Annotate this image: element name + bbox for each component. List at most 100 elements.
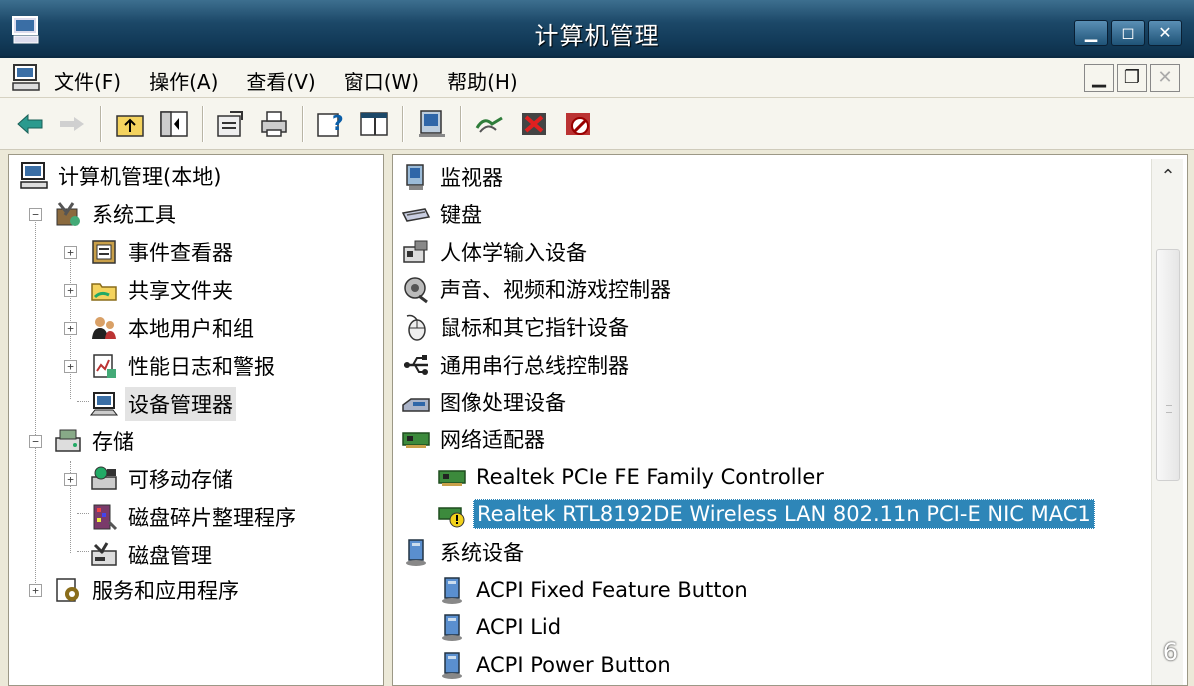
expand-toggle[interactable]: + (64, 246, 77, 259)
back-arrow-icon[interactable] (14, 108, 46, 140)
console-icon[interactable] (358, 108, 390, 140)
expand-toggle[interactable]: + (29, 584, 42, 597)
tree-label: 磁盘管理 (128, 544, 212, 568)
system-device-icon (442, 652, 462, 679)
usb-icon (404, 355, 428, 375)
menu-file[interactable]: 文件(F) (54, 66, 121, 95)
tree-label: 计算机管理(本地) (58, 165, 222, 189)
properties-icon[interactable] (214, 108, 246, 140)
scroll-up-button[interactable]: ⌃ (1152, 159, 1184, 195)
child-restore-button[interactable]: ❐ (1117, 64, 1147, 92)
device-category-mice[interactable]: 鼠标和其它指针设备 (401, 310, 632, 344)
scroll-grip (1166, 405, 1172, 413)
tree-item-removable-storage[interactable]: 可移动存储 (89, 462, 236, 496)
device-category-sound[interactable]: 声音、视频和游戏控制器 (401, 272, 674, 306)
tree-label: 系统工具 (92, 203, 176, 227)
device-label: 系统设备 (440, 541, 524, 565)
help-icon[interactable]: ? (314, 108, 346, 140)
menu-action[interactable]: 操作(A) (149, 66, 218, 95)
device-label: 图像处理设备 (440, 391, 566, 415)
event-viewer-icon (92, 240, 116, 264)
menu-view[interactable]: 查看(V) (246, 66, 315, 95)
device-category-system[interactable]: 系统设备 (401, 535, 527, 569)
services-icon (56, 578, 79, 602)
maximize-button[interactable]: ◻ (1111, 20, 1145, 46)
scan-hardware-icon[interactable] (474, 108, 506, 140)
expand-toggle[interactable]: + (64, 360, 77, 373)
system-device-icon (406, 539, 426, 566)
forward-arrow-icon[interactable] (56, 108, 88, 140)
tree-item-event-viewer[interactable]: 事件查看器 (89, 235, 236, 269)
defragmenter-icon (93, 504, 118, 531)
tree-item-root[interactable]: 计算机管理(本地) (19, 159, 224, 193)
svg-text:?: ? (332, 111, 344, 135)
system-menu-icon[interactable] (10, 63, 42, 93)
disable-icon[interactable] (562, 108, 594, 140)
device-label: ACPI Power Button (476, 653, 671, 677)
watermark-number: 6 (1162, 638, 1178, 666)
collapse-toggle[interactable]: − (29, 208, 42, 221)
tree-item-shared-folders[interactable]: 共享文件夹 (89, 273, 236, 307)
menu-window[interactable]: 窗口(W) (344, 66, 419, 95)
tree-item-system-tools[interactable]: 系统工具 (53, 197, 179, 231)
device-label: 键盘 (440, 203, 482, 227)
tree-item-performance-logs[interactable]: 性能日志和警报 (89, 349, 278, 383)
print-icon[interactable] (258, 108, 290, 140)
scroll-thumb[interactable] (1156, 249, 1180, 481)
expand-toggle[interactable]: + (64, 322, 77, 335)
tree-label: 服务和应用程序 (92, 579, 239, 603)
device-item-nic1[interactable]: Realtek PCIe FE Family Controller (437, 460, 827, 494)
hid-device-icon (403, 240, 428, 263)
system-device-icon (442, 577, 462, 604)
device-label: 监视器 (440, 166, 503, 190)
tree-item-local-users[interactable]: 本地用户和组 (89, 311, 257, 345)
device-category-imaging[interactable]: 图像处理设备 (401, 385, 569, 419)
up-folder-icon[interactable] (114, 108, 146, 140)
tree-label: 磁盘碎片整理程序 (128, 506, 296, 530)
expand-toggle[interactable]: + (64, 473, 77, 486)
system-tools-icon (56, 202, 80, 226)
vertical-scrollbar[interactable]: ⌃ (1151, 159, 1184, 685)
device-category-hid[interactable]: 人体学输入设备 (401, 235, 590, 269)
tree-item-device-manager[interactable]: 设备管理器 (89, 387, 236, 421)
computer-icon (20, 162, 48, 189)
console-tree-pane[interactable]: 计算机管理(本地) − 系统工具 + 事件查看器 + 共享文件夹 + 本地用户和… (8, 154, 384, 686)
collapse-toggle[interactable]: − (29, 435, 42, 448)
keyboard-icon (401, 208, 431, 222)
device-item-nic2[interactable]: Realtek RTL8192DE Wireless LAN 802.11n P… (437, 497, 1095, 531)
imaging-device-icon (402, 398, 430, 412)
toolbar: ? (0, 98, 1194, 150)
show-hide-tree-icon[interactable] (158, 108, 190, 140)
close-button[interactable]: ✕ (1148, 20, 1182, 46)
device-item-acpi-lid[interactable]: ACPI Lid (437, 610, 564, 644)
device-label: 鼠标和其它指针设备 (440, 316, 629, 340)
device-category-keyboards[interactable]: 键盘 (401, 197, 485, 231)
tree-item-storage[interactable]: 存储 (53, 424, 137, 458)
device-item-acpi-power[interactable]: ACPI Power Button (437, 648, 674, 682)
removable-storage-icon (91, 466, 117, 490)
device-category-usb[interactable]: 通用串行总线控制器 (401, 348, 632, 382)
uninstall-icon[interactable] (518, 108, 550, 140)
device-label: ACPI Lid (476, 615, 562, 639)
menu-help[interactable]: 帮助(H) (447, 66, 518, 95)
tree-item-disk-management[interactable]: 磁盘管理 (89, 538, 215, 572)
device-label: Realtek PCIe FE Family Controller (476, 465, 824, 489)
shared-folder-icon (91, 283, 117, 301)
tree-item-services-apps[interactable]: 服务和应用程序 (53, 573, 242, 607)
monitor-icon[interactable] (416, 108, 448, 140)
tree-item-disk-defragmenter[interactable]: 磁盘碎片整理程序 (89, 500, 299, 534)
pane-splitter[interactable] (384, 154, 392, 686)
tree-label: 本地用户和组 (128, 317, 254, 341)
device-item-acpi-fixed[interactable]: ACPI Fixed Feature Button (437, 573, 751, 607)
child-minimize-button[interactable]: ▁ (1084, 64, 1114, 92)
system-device-icon (442, 614, 462, 641)
child-close-button[interactable]: ✕ (1150, 64, 1180, 92)
device-label: 人体学输入设备 (440, 241, 587, 265)
minimize-button[interactable]: ▁ (1074, 20, 1108, 46)
network-adapter-icon (402, 432, 430, 448)
device-category-network[interactable]: 网络适配器 (401, 422, 548, 456)
warning-network-adapter-icon (438, 507, 465, 528)
expand-toggle[interactable]: + (64, 284, 77, 297)
device-category-monitors[interactable]: 监视器 (401, 160, 506, 194)
device-list-pane[interactable]: 监视器 键盘 人体学输入设备 声音、视频和游戏控制器 鼠标和其它指针设备 通用串… (392, 154, 1188, 686)
